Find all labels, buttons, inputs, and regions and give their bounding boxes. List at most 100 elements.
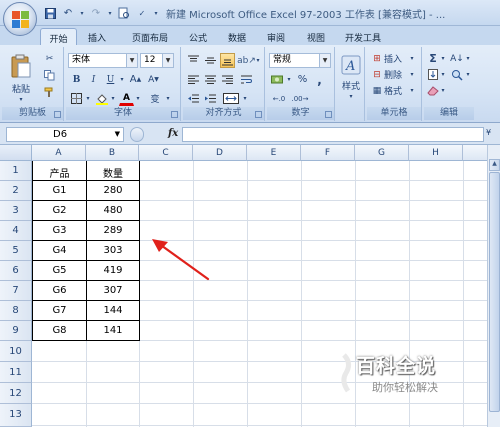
decrease-indent-icon[interactable]: [186, 91, 201, 106]
wrap-text-icon[interactable]: [239, 72, 254, 87]
expand-formula-bar-icon[interactable]: ¥: [486, 128, 491, 137]
insert-dropdown-icon[interactable]: ▾: [408, 52, 416, 65]
formula-input[interactable]: [182, 127, 484, 142]
alignment-launcher-icon[interactable]: [255, 111, 262, 118]
row-header-8[interactable]: 8: [0, 301, 32, 321]
row-header-9[interactable]: 9: [0, 321, 32, 341]
styles-dropdown-icon[interactable]: ▾: [337, 91, 365, 101]
sort-dropdown-icon[interactable]: ▾: [464, 52, 472, 65]
cell-b6[interactable]: 419: [87, 265, 139, 276]
cell-b5[interactable]: 303: [87, 245, 139, 256]
print-preview-icon[interactable]: [116, 6, 132, 21]
tab-developer[interactable]: 开发工具: [340, 28, 386, 45]
cell-a9[interactable]: G8: [33, 325, 86, 336]
underline-dropdown-icon[interactable]: ▾: [118, 72, 126, 87]
accounting-dropdown-icon[interactable]: ▾: [285, 72, 293, 87]
row-header-5[interactable]: 5: [0, 241, 32, 261]
format-cells-button[interactable]: 格式: [384, 84, 408, 97]
cell-a4[interactable]: G3: [33, 225, 86, 236]
find-dropdown-icon[interactable]: ▾: [464, 68, 472, 81]
bold-button[interactable]: B: [69, 72, 84, 87]
format-cells-icon[interactable]: ▦: [371, 84, 383, 97]
fill-dropdown-icon[interactable]: ▾: [439, 68, 447, 81]
column-header-d[interactable]: D: [193, 145, 247, 161]
cell-b8[interactable]: 144: [87, 305, 139, 316]
align-center-icon[interactable]: [203, 72, 218, 87]
paste-button[interactable]: 粘贴: [6, 82, 36, 95]
cell-a6[interactable]: G5: [33, 265, 86, 276]
tab-insert[interactable]: 插入: [82, 28, 112, 45]
cell-a8[interactable]: G7: [33, 305, 86, 316]
insert-function-icon[interactable]: fx: [168, 128, 178, 139]
align-middle-icon[interactable]: [203, 53, 218, 68]
row-header-10[interactable]: 10: [0, 341, 32, 362]
font-color-icon[interactable]: A: [119, 91, 134, 106]
vertical-scrollbar[interactable]: ▲: [487, 145, 500, 427]
chevron-down-icon[interactable]: ▼: [162, 54, 173, 67]
collapse-formula-button[interactable]: [130, 127, 144, 142]
styles-icon[interactable]: A: [340, 51, 362, 79]
tab-view[interactable]: 视图: [301, 28, 331, 45]
undo-dropdown-icon[interactable]: ▾: [78, 6, 86, 21]
borders-dropdown-icon[interactable]: ▾: [84, 91, 92, 106]
save-icon[interactable]: [42, 6, 58, 21]
tab-formulas[interactable]: 公式: [183, 28, 213, 45]
paste-dropdown-icon[interactable]: ▾: [6, 94, 36, 104]
tab-data[interactable]: 数据: [222, 28, 252, 45]
decrease-font-icon[interactable]: A ▼: [146, 72, 161, 87]
fill-icon[interactable]: [427, 68, 439, 81]
scroll-thumb[interactable]: [489, 172, 500, 412]
sort-filter-icon[interactable]: A↓: [450, 52, 464, 65]
row-header-6[interactable]: 6: [0, 261, 32, 281]
phonetic-dropdown-icon[interactable]: ▾: [164, 91, 172, 106]
row-header-2[interactable]: 2: [0, 181, 32, 201]
cell-a3[interactable]: G2: [33, 205, 86, 216]
chevron-down-icon[interactable]: ▼: [319, 54, 330, 67]
font-launcher-icon[interactable]: [171, 111, 178, 118]
chevron-down-icon[interactable]: ▼: [126, 54, 137, 67]
merge-dropdown-icon[interactable]: ▾: [241, 91, 249, 106]
borders-icon[interactable]: [69, 91, 84, 106]
cell-a2[interactable]: G1: [33, 185, 86, 196]
find-select-icon[interactable]: [450, 68, 464, 81]
row-header-13[interactable]: 13: [0, 404, 32, 427]
customize-toolbar-icon[interactable]: ▾: [152, 6, 160, 21]
italic-button[interactable]: I: [86, 72, 101, 87]
paste-icon[interactable]: [6, 51, 36, 81]
merge-center-icon[interactable]: [221, 91, 241, 106]
phonetic-button[interactable]: 变: [146, 91, 164, 106]
delete-dropdown-icon[interactable]: ▾: [408, 68, 416, 81]
cell-b4[interactable]: 289: [87, 225, 139, 236]
redo-icon[interactable]: ↷: [88, 6, 104, 21]
cut-icon[interactable]: ✂: [42, 51, 57, 66]
undo-icon[interactable]: ↶: [60, 6, 76, 21]
font-name-combo[interactable]: 宋体 ▼: [68, 53, 138, 68]
format-dropdown-icon[interactable]: ▾: [408, 84, 416, 97]
comma-style-button[interactable]: ,: [312, 72, 327, 87]
clear-dropdown-icon[interactable]: ▾: [439, 84, 447, 97]
row-header-7[interactable]: 7: [0, 281, 32, 301]
cell-b3[interactable]: 480: [87, 205, 139, 216]
accounting-format-icon[interactable]: [269, 72, 285, 87]
number-format-combo[interactable]: 常规 ▼: [269, 53, 331, 68]
cell-b9[interactable]: 141: [87, 325, 139, 336]
cell-b1[interactable]: 数量: [87, 165, 139, 180]
increase-decimal-icon[interactable]: ←.0: [270, 91, 288, 106]
column-header-overflow[interactable]: [463, 145, 487, 161]
row-header-1[interactable]: 1: [0, 161, 32, 181]
autosum-dropdown-icon[interactable]: ▾: [439, 52, 447, 65]
insert-cells-icon[interactable]: ⊞: [371, 52, 383, 65]
delete-cells-icon[interactable]: ⊟: [371, 68, 383, 81]
cell-a1[interactable]: 产品: [33, 165, 86, 180]
column-header-c[interactable]: C: [139, 145, 193, 161]
font-color-dropdown-icon[interactable]: ▾: [134, 91, 142, 106]
column-header-e[interactable]: E: [247, 145, 301, 161]
column-header-b[interactable]: B: [86, 145, 139, 161]
orientation-icon[interactable]: ab↗: [237, 53, 256, 68]
row-header-3[interactable]: 3: [0, 201, 32, 221]
autosum-icon[interactable]: Σ: [427, 52, 439, 65]
format-painter-icon[interactable]: [42, 85, 57, 100]
spell-check-icon[interactable]: ✓: [134, 6, 150, 21]
row-header-12[interactable]: 12: [0, 383, 32, 404]
tab-home[interactable]: 开始: [40, 28, 77, 45]
